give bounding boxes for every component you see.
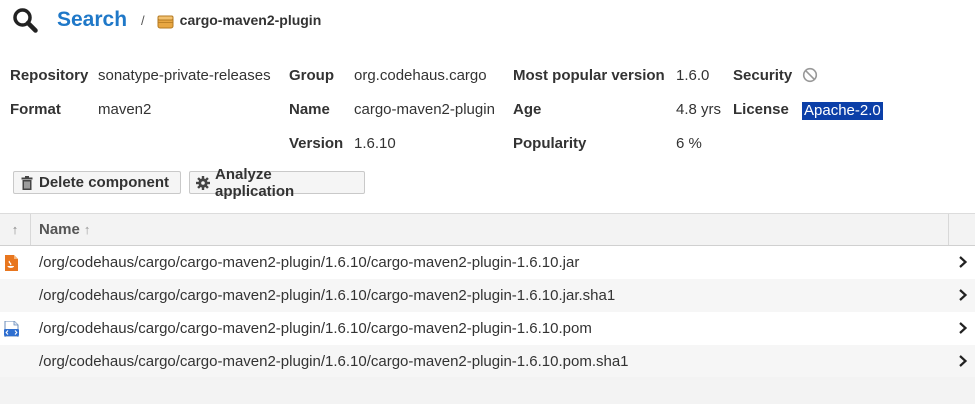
group-value: org.codehaus.cargo <box>354 67 487 84</box>
sort-column-header[interactable]: ↑ <box>0 214 31 245</box>
most-popular-version-label: Most popular version <box>513 67 665 84</box>
chevron-right-icon[interactable] <box>958 255 968 269</box>
most-popular-version-value: 1.6.0 <box>676 67 710 84</box>
row-path: /org/codehaus/cargo/cargo-maven2-plugin/… <box>39 287 616 304</box>
jar-file-icon <box>5 255 18 271</box>
table-row[interactable]: /org/codehaus/cargo/cargo-maven2-plugin/… <box>0 312 975 345</box>
row-path: /org/codehaus/cargo/cargo-maven2-plugin/… <box>39 254 580 271</box>
breadcrumb-search-link[interactable]: Search <box>57 8 127 32</box>
version-label: Version <box>289 135 344 152</box>
grid-empty-area <box>0 377 975 404</box>
trash-icon <box>21 175 33 190</box>
security-unavailable-icon <box>802 67 818 83</box>
security-label: Security <box>733 67 793 84</box>
gear-icon <box>196 175 210 190</box>
table-row[interactable]: /org/codehaus/cargo/cargo-maven2-plugin/… <box>0 345 975 378</box>
name-column-label: Name <box>39 221 80 238</box>
row-path: /org/codehaus/cargo/cargo-maven2-plugin/… <box>39 320 592 337</box>
version-value: 1.6.10 <box>354 135 396 152</box>
name-column-header[interactable]: Name ↑ <box>39 214 90 245</box>
popularity-value: 6 % <box>676 135 702 152</box>
analyze-application-label: Analyze application <box>215 165 295 200</box>
analyze-application-button[interactable]: Analyze application <box>189 166 365 200</box>
format-label: Format <box>10 101 61 118</box>
age-label: Age <box>513 101 542 118</box>
group-label: Group <box>289 67 334 84</box>
column-divider <box>948 214 949 245</box>
breadcrumb-current-component: cargo-maven2-plugin <box>179 12 322 28</box>
package-icon <box>157 15 174 28</box>
repository-value: sonatype-private-releases <box>98 67 271 84</box>
age-value: 4.8 yrs <box>676 101 722 118</box>
row-path: /org/codehaus/cargo/cargo-maven2-plugin/… <box>39 353 629 370</box>
license-label: License <box>733 101 789 118</box>
format-value: maven2 <box>98 101 152 118</box>
name-value: cargo-maven2-plugin <box>354 101 495 118</box>
delete-component-button[interactable]: Delete component <box>13 171 181 194</box>
chevron-right-icon[interactable] <box>958 288 968 302</box>
table-row[interactable]: /org/codehaus/cargo/cargo-maven2-plugin/… <box>0 279 975 312</box>
repository-label: Repository <box>10 67 89 84</box>
table-row[interactable]: /org/codehaus/cargo/cargo-maven2-plugin/… <box>0 246 975 279</box>
search-icon[interactable] <box>12 7 38 33</box>
popularity-label: Popularity <box>513 135 587 152</box>
sort-ascending-icon: ↑ <box>83 222 91 237</box>
license-value[interactable]: Apache-2.0 <box>802 102 883 120</box>
sort-arrow-icon: ↑ <box>11 222 19 237</box>
chevron-right-icon[interactable] <box>958 354 968 368</box>
delete-component-label: Delete component <box>39 174 170 191</box>
breadcrumb: Search / cargo-maven2-plugin <box>12 4 321 36</box>
breadcrumb-separator: / <box>141 12 145 28</box>
grid-header: ↑ Name ↑ <box>0 213 975 246</box>
pom-file-icon <box>4 321 19 337</box>
name-label: Name <box>289 101 330 118</box>
chevron-right-icon[interactable] <box>958 321 968 335</box>
